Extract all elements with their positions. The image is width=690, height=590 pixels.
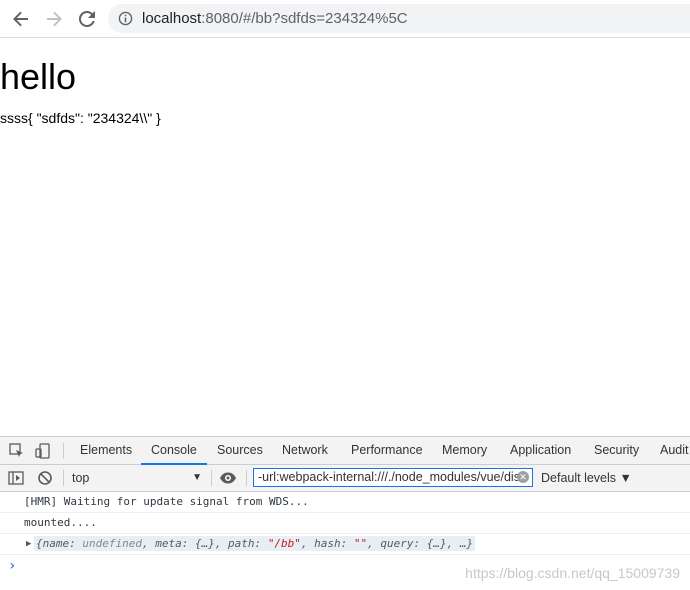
back-arrow-icon xyxy=(13,11,28,27)
tab-memory[interactable]: Memory xyxy=(442,437,487,464)
toolbar-separator xyxy=(63,470,64,486)
console-toolbar: top ▼ -url:webpack-internal:///./node_mo… xyxy=(0,465,690,492)
query-output: ssss{ "sdfds": "234324\\" } xyxy=(0,110,161,126)
forward-arrow-icon xyxy=(47,11,62,27)
address-bar[interactable]: localhost:8080/#/bb?sdfds=234324%5C xyxy=(108,4,690,33)
tab-security[interactable]: Security xyxy=(594,437,639,464)
inspect-element-icon[interactable] xyxy=(9,443,25,459)
tabbar-separator xyxy=(63,443,64,459)
devtools-panel: Elements Console Sources Network Perform… xyxy=(0,436,690,590)
object-path-string: "/bb" xyxy=(267,537,301,550)
tab-sources[interactable]: Sources xyxy=(217,437,263,464)
clear-filter-icon[interactable]: ✕ xyxy=(517,471,529,483)
console-message: [HMR] Waiting for update signal from WDS… xyxy=(0,492,690,513)
reload-icon xyxy=(79,11,95,27)
object-text: , meta: {…}, path: xyxy=(141,537,268,550)
sidebar-toggle-icon[interactable] xyxy=(8,470,24,486)
object-text: {name: xyxy=(36,537,83,550)
device-toolbar-icon[interactable] xyxy=(35,443,51,459)
object-text: , hash: xyxy=(300,537,354,550)
clear-console-icon[interactable] xyxy=(37,470,53,486)
console-object-log[interactable]: ▶ {name: undefined, meta: {…}, path: "/b… xyxy=(0,534,690,555)
console-filter-input[interactable]: -url:webpack-internal:///./node_modules/… xyxy=(253,468,533,487)
tab-elements[interactable]: Elements xyxy=(80,437,132,464)
live-expression-eye-icon[interactable] xyxy=(219,470,237,486)
dropdown-arrow-icon: ▼ xyxy=(192,472,202,483)
expand-triangle-icon[interactable]: ▶ xyxy=(26,534,31,554)
filter-value: -url:webpack-internal:///./node_modules/… xyxy=(258,470,520,484)
browser-toolbar: localhost:8080/#/bb?sdfds=234324%5C xyxy=(0,0,690,38)
toolbar-separator xyxy=(211,470,212,486)
devtools-tabbar: Elements Console Sources Network Perform… xyxy=(0,437,690,465)
url-rest: :8080/#/bb?sdfds=234324%5C xyxy=(201,10,408,27)
console-output: [HMR] Waiting for update signal from WDS… xyxy=(0,492,690,574)
object-undefined: undefined xyxy=(82,537,142,550)
page-content: hello ssss{ "sdfds": "234324\\" } xyxy=(0,38,690,436)
tab-application[interactable]: Application xyxy=(510,437,571,464)
object-hash-string: "" xyxy=(353,537,368,550)
forward-button[interactable] xyxy=(42,7,66,31)
console-message: mounted.... xyxy=(0,513,690,534)
watermark: https://blog.csdn.net/qq_15009739 xyxy=(465,565,680,581)
console-prompt[interactable]: › xyxy=(8,558,16,574)
url-host: localhost xyxy=(142,10,202,27)
tab-performance[interactable]: Performance xyxy=(351,437,423,464)
context-value: top xyxy=(72,471,90,485)
object-text: , query: {…}, …} xyxy=(367,537,474,550)
log-levels-dropdown[interactable]: Default levels ▼ xyxy=(541,470,632,486)
tab-network[interactable]: Network xyxy=(282,437,328,464)
info-icon[interactable] xyxy=(118,11,133,26)
tab-console[interactable]: Console xyxy=(141,437,207,465)
context-selector[interactable]: top ▼ xyxy=(72,470,202,486)
object-preview[interactable]: {name: undefined, meta: {…}, path: "/bb"… xyxy=(34,536,476,551)
url-text[interactable]: localhost:8080/#/bb?sdfds=234324%5C xyxy=(142,10,408,27)
back-button[interactable] xyxy=(9,7,33,31)
toolbar-separator xyxy=(246,470,247,486)
tab-audits[interactable]: Audit xyxy=(660,437,689,464)
page-heading: hello xyxy=(0,56,77,97)
reload-button[interactable] xyxy=(75,7,99,31)
